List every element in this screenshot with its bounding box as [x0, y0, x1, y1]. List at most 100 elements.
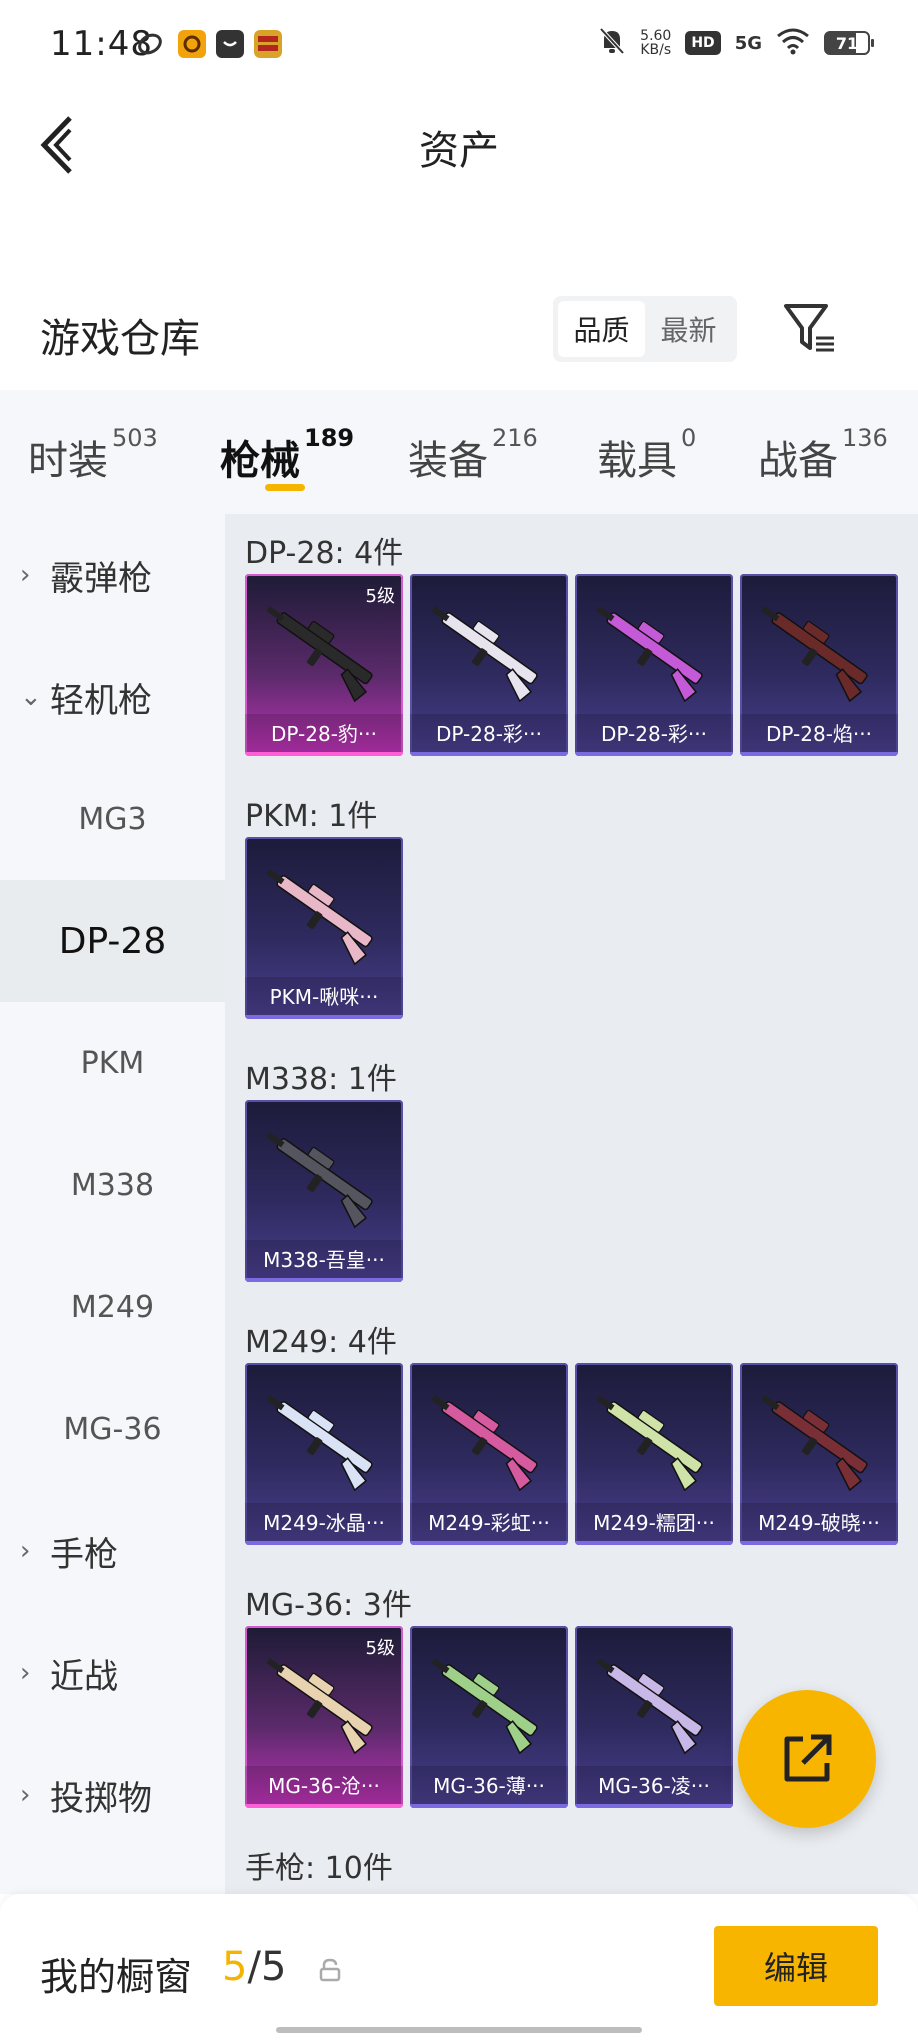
section-title-mg36: MG-36: 3件 — [245, 1588, 412, 1623]
sidebar-item-label: 手枪 — [50, 1534, 118, 1575]
filter-button[interactable] — [780, 298, 840, 358]
weapon-card-mg36[interactable]: MG-36-凌··· — [575, 1626, 733, 1808]
rifle-icon — [596, 1395, 703, 1492]
chevron-right-icon: › — [20, 1780, 31, 1810]
network-speed: 5.60 KB/s — [640, 29, 671, 57]
weapon-card-label: DP-28-彩··· — [575, 714, 733, 756]
tab-label: 装备 — [408, 438, 488, 484]
sidebar-item-label: 投掷物 — [50, 1778, 152, 1819]
rifle-icon — [596, 1658, 703, 1755]
section-title-m338: M338: 1件 — [245, 1062, 397, 1097]
rifle-icon — [266, 1658, 373, 1755]
weapon-card-dp28[interactable]: DP-28-彩··· — [410, 574, 568, 756]
weapon-card-m338[interactable]: M338-吾皇··· — [245, 1100, 403, 1282]
weapon-type-sidebar: › 霰弹枪 ⌄ 轻机枪 MG3 DP-28 PKM M338 M249 MG-36 … — [0, 514, 225, 1894]
filter-icon — [784, 304, 834, 352]
weapon-card-dp28[interactable]: DP-28-彩··· — [575, 574, 733, 756]
section-title-pkm: PKM: 1件 — [245, 799, 378, 834]
sidebar-item-throwable[interactable]: › 投掷物 — [0, 1734, 225, 1856]
sidebar-item-mg36[interactable]: MG-36 — [0, 1368, 225, 1490]
weapon-card-mg36[interactable]: 5级 MG-36-沧··· — [245, 1626, 403, 1808]
rifle-icon — [266, 1395, 373, 1492]
chevron-down-icon: ⌄ — [20, 682, 42, 712]
level-badge: 5级 — [365, 1638, 395, 1659]
hd-badge: HD — [685, 31, 721, 55]
rifle-icon — [431, 1395, 538, 1492]
status-icons: 5.60 KB/s HD 5G 71 — [598, 26, 874, 60]
weapon-card-pkm[interactable]: PKM-啾咪··· — [245, 837, 403, 1019]
rifle-icon — [761, 606, 868, 703]
sidebar-item-lmg[interactable]: ⌄ 轻机枪 — [0, 636, 225, 758]
tab-vehicles[interactable]: 载具 0 — [597, 424, 696, 486]
tab-label: 战备 — [758, 438, 838, 484]
edit-button[interactable]: 编辑 — [714, 1926, 878, 2006]
weapon-card-label: M249-冰晶··· — [245, 1503, 403, 1545]
weapon-card-dp28[interactable]: 5级 DP-28-豹··· — [245, 574, 403, 756]
signal-5g: 5G — [734, 32, 762, 54]
weapon-card-label: PKM-啾咪··· — [245, 977, 403, 1019]
sidebar-item-label: 近战 — [50, 1656, 118, 1697]
showcase-current: 5 — [222, 1944, 248, 1990]
weapon-card-label: DP-28-彩··· — [410, 714, 568, 756]
app-badge-icon — [254, 30, 282, 58]
rifle-icon — [431, 1658, 538, 1755]
weapon-card-label: MG-36-薄··· — [410, 1766, 568, 1808]
sort-newest-option[interactable]: 最新 — [645, 301, 732, 357]
share-fab-button[interactable] — [738, 1690, 876, 1828]
mute-icon — [598, 26, 626, 60]
weapon-card-m249[interactable]: M249-冰晶··· — [245, 1363, 403, 1545]
chevron-right-icon: › — [20, 1658, 31, 1688]
sidebar-item-mg3[interactable]: MG3 — [0, 758, 225, 880]
tab-supplies[interactable]: 战备 136 — [758, 424, 888, 486]
tab-count: 189 — [304, 424, 355, 452]
sidebar-item-m249[interactable]: M249 — [0, 1246, 225, 1368]
chevron-right-icon: › — [20, 560, 31, 590]
tab-fashion[interactable]: 时装 503 — [28, 424, 158, 486]
sort-quality-option[interactable]: 品质 — [558, 301, 645, 357]
weapon-card-label: DP-28-豹··· — [245, 714, 403, 756]
message-notification-icon — [216, 30, 244, 58]
weapon-card-dp28[interactable]: DP-28-焰··· — [740, 574, 898, 756]
battery-indicator: 71 — [824, 31, 874, 55]
tab-count: 0 — [681, 424, 697, 452]
weapon-card-label: M249-彩虹··· — [410, 1503, 568, 1545]
section-title-pistol: 手枪: 10件 — [245, 1851, 393, 1886]
rifle-icon — [596, 606, 703, 703]
active-tab-indicator — [265, 484, 305, 491]
weapon-card-label: MG-36-凌··· — [575, 1766, 733, 1808]
sidebar-item-m338[interactable]: M338 — [0, 1124, 225, 1246]
sidebar-item-dp28[interactable]: DP-28 — [0, 880, 225, 1002]
tab-firearms[interactable]: 枪械 189 — [220, 424, 354, 486]
sidebar-item-pkm[interactable]: PKM — [0, 1002, 225, 1124]
weapon-card-mg36[interactable]: MG-36-薄··· — [410, 1626, 568, 1808]
weapon-card-m249[interactable]: M249-糯团··· — [575, 1363, 733, 1545]
showcase-separator: / — [247, 1944, 261, 1990]
tab-label: 载具 — [597, 438, 677, 484]
tab-equipment[interactable]: 装备 216 — [408, 424, 538, 486]
weapon-card-label: DP-28-焰··· — [740, 714, 898, 756]
sort-toggle: 品质 最新 — [553, 296, 737, 362]
level-badge: 5级 — [365, 586, 395, 607]
weapon-card-m249[interactable]: M249-破晓··· — [740, 1363, 898, 1545]
weapon-card-label: M249-糯团··· — [575, 1503, 733, 1545]
showcase-count: 5/5 — [222, 1944, 286, 1990]
showcase-bar: 我的橱窗 5/5 编辑 — [0, 1894, 918, 2040]
weapon-card-m249[interactable]: M249-彩虹··· — [410, 1363, 568, 1545]
warehouse-title: 游戏仓库 — [40, 316, 200, 362]
rifle-icon — [431, 606, 538, 703]
game-notification-icon — [178, 30, 206, 58]
net-speed-unit: KB/s — [640, 42, 672, 58]
net-speed-value: 5.60 — [640, 28, 672, 44]
sidebar-item-melee[interactable]: › 近战 — [0, 1612, 225, 1734]
category-tab-bar: 时装 503 枪械 189 装备 216 载具 0 战备 136 — [0, 390, 918, 514]
section-title-m249: M249: 4件 — [245, 1325, 397, 1360]
weapon-card-label: M338-吾皇··· — [245, 1240, 403, 1282]
showcase-total: 5 — [260, 1944, 287, 1990]
status-bar: 11:48 5.60 KB/s HD 5G 71 — [0, 0, 918, 92]
rifle-icon — [266, 869, 373, 966]
sidebar-item-shotgun[interactable]: › 霰弹枪 — [0, 514, 225, 636]
app-notification-icon — [136, 30, 164, 58]
tab-count: 216 — [492, 424, 538, 452]
sidebar-item-label: 霰弹枪 — [50, 558, 152, 599]
sidebar-item-pistol[interactable]: › 手枪 — [0, 1490, 225, 1612]
